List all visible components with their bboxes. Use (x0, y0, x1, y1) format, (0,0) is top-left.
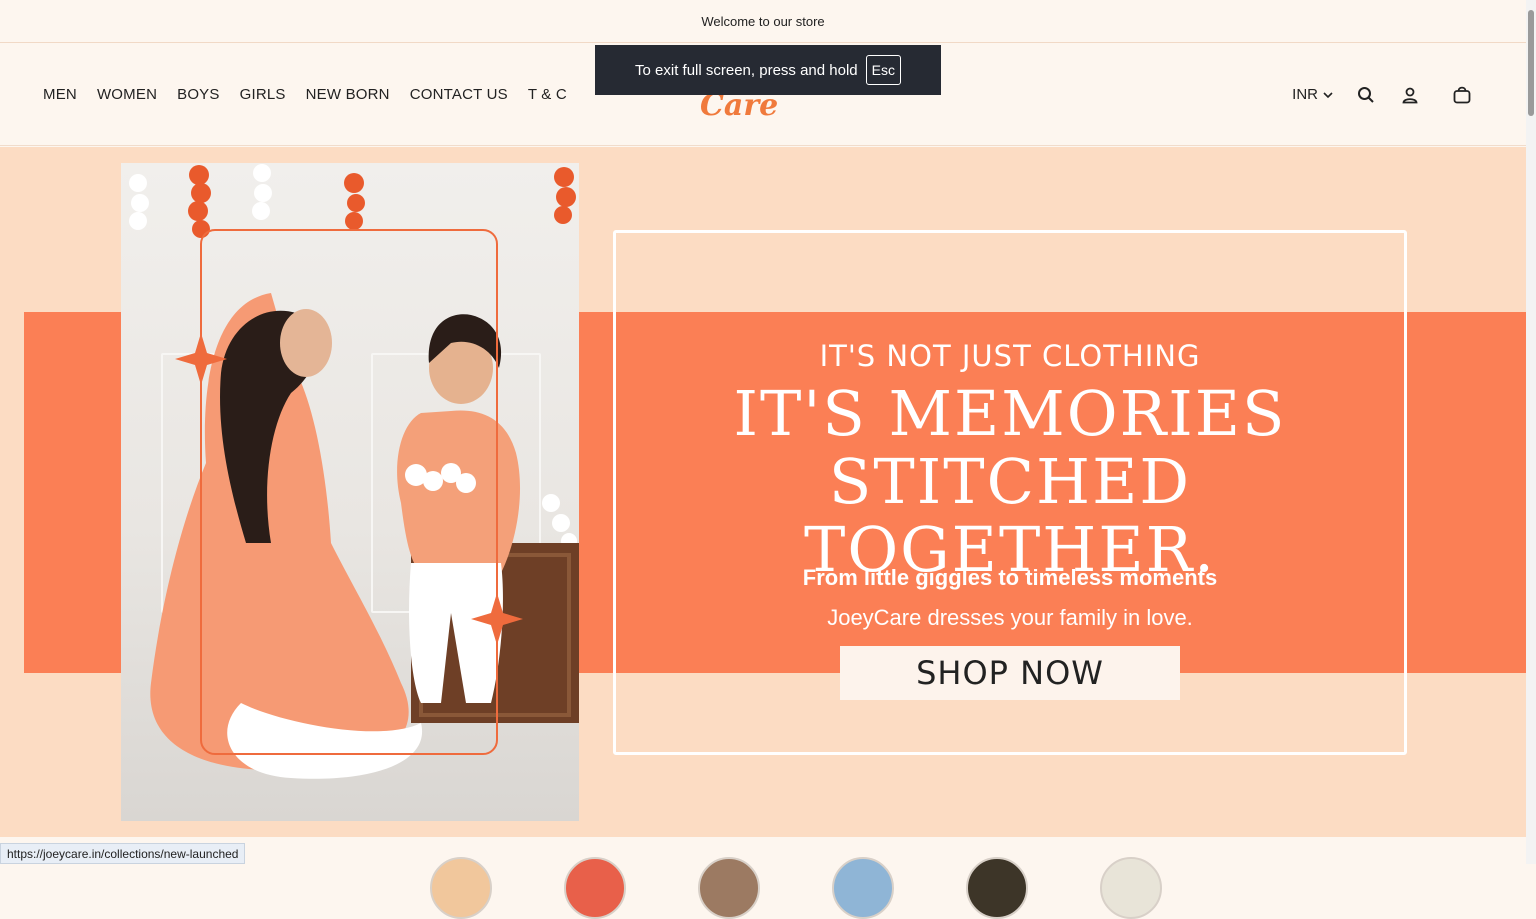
toast-key: Esc (865, 55, 901, 85)
nav-terms[interactable]: T & C (528, 86, 567, 103)
hero-tagline: JoeyCare dresses your family in love. (827, 605, 1193, 630)
category-thumb[interactable] (430, 857, 492, 919)
nav-boys[interactable]: BOYS (177, 86, 219, 103)
user-icon (1402, 87, 1418, 103)
nav-men[interactable]: MEN (43, 86, 77, 103)
nav-girls[interactable]: GIRLS (240, 86, 286, 103)
toast-message: To exit full screen, press and hold (635, 61, 858, 79)
shopping-bag-icon (1453, 86, 1471, 103)
hero-eyebrow: IT'S NOT JUST CLOTHING (819, 339, 1201, 373)
announcement-bar: Welcome to our store (0, 0, 1526, 43)
currency-selector[interactable]: INR (1292, 86, 1334, 103)
nav-contact-us[interactable]: CONTACT US (410, 86, 508, 103)
category-thumb[interactable] (832, 857, 894, 919)
hero-photo[interactable] (121, 163, 579, 821)
cart-button[interactable] (1450, 83, 1474, 107)
status-bar-url: https://joeycare.in/collections/new-laun… (0, 843, 246, 864)
hero-banner: IT'S NOT JUST CLOTHING IT'S MEMORIES STI… (0, 147, 1526, 837)
nav-new-born[interactable]: NEW BORN (306, 86, 390, 103)
hero-subhead: From little giggles to timeless moments (802, 565, 1218, 590)
category-thumb[interactable] (698, 857, 760, 919)
search-button[interactable] (1354, 83, 1378, 107)
account-button[interactable] (1398, 83, 1422, 107)
main-nav: MEN WOMEN BOYS GIRLS NEW BORN CONTACT US… (43, 43, 567, 146)
chevron-down-icon (1323, 91, 1333, 98)
hero-headline: IT'S MEMORIES STITCHED TOGETHER. (613, 380, 1407, 584)
search-icon (1358, 86, 1374, 103)
hero-headline-line2: STITCHED TOGETHER. (803, 445, 1217, 586)
category-thumb[interactable] (1100, 857, 1162, 919)
shop-now-button[interactable]: SHOP NOW (840, 646, 1180, 700)
currency-label: INR (1292, 86, 1318, 103)
announcement-text: Welcome to our store (701, 13, 825, 29)
nav-women[interactable]: WOMEN (97, 86, 157, 103)
category-thumb[interactable] (966, 857, 1028, 919)
hero-headline-line1: IT'S MEMORIES (733, 377, 1287, 450)
scrollbar-thumb[interactable] (1528, 10, 1534, 116)
header-actions: INR (1292, 43, 1474, 146)
category-thumb[interactable] (564, 857, 626, 919)
fullscreen-toast: To exit full screen, press and hold Esc (595, 45, 941, 95)
hero-illustration (129, 164, 579, 779)
category-thumbnails (430, 857, 1162, 919)
page-scrollbar[interactable] (1526, 0, 1536, 864)
